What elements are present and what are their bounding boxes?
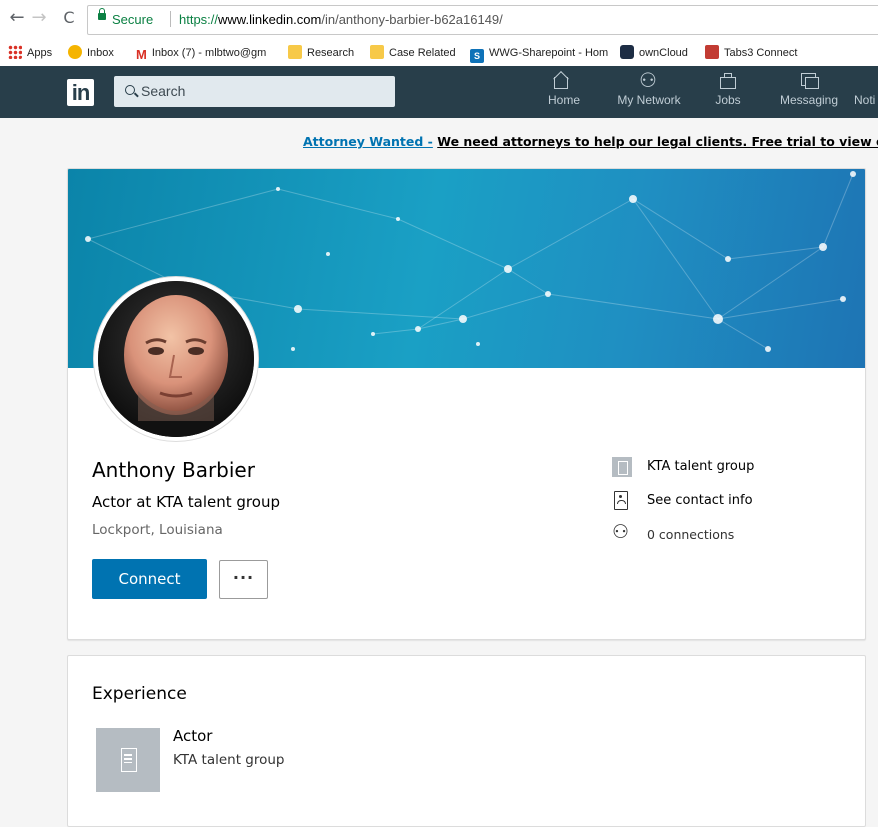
company-icon: [612, 457, 632, 477]
profile-photo[interactable]: [94, 277, 258, 441]
sharepoint-icon: S: [470, 49, 484, 63]
nav-my-network-label: My Network: [617, 93, 681, 107]
nav-notifications-label: Noti: [854, 93, 876, 107]
circle-icon: [68, 45, 82, 59]
folder-icon: [288, 45, 302, 59]
ad-banner: Attorney Wanted - We need attorneys to h…: [303, 134, 878, 149]
nav-my-network[interactable]: My Network: [614, 68, 684, 107]
connections-count[interactable]: 0 connections: [647, 527, 734, 542]
tabs3-icon: [705, 45, 719, 59]
owncloud-icon: [620, 45, 634, 59]
bookmark-owncloud[interactable]: ownCloud: [620, 45, 688, 61]
lock-icon: [98, 8, 106, 20]
notifications-icon: [874, 71, 878, 91]
linkedin-logo[interactable]: in: [67, 79, 94, 106]
briefcase-icon: [718, 71, 738, 91]
connect-button[interactable]: Connect: [92, 559, 207, 599]
linkedin-header: in Search Home My Network Jobs Messaging…: [0, 66, 878, 118]
nav-home-label: Home: [548, 93, 581, 107]
home-icon: [551, 71, 571, 91]
current-company[interactable]: KTA talent group: [647, 459, 754, 474]
ad-link[interactable]: Attorney Wanted -: [303, 134, 433, 149]
omnibox-divider: [170, 11, 171, 27]
profile-top-card: Anthony Barbier Actor at KTA talent grou…: [67, 168, 866, 640]
more-actions-button[interactable]: ···: [219, 560, 268, 599]
contact-info-link[interactable]: See contact info: [647, 493, 753, 508]
bookmarks-bar: Apps Inbox M Inbox (7) - mlbtwo@gm Resear…: [0, 40, 878, 66]
gmail-icon: M: [136, 47, 147, 62]
bookmark-apps[interactable]: Apps: [8, 45, 52, 61]
secure-label: Secure: [112, 12, 154, 27]
address-bar-row: ← → C Secure https://www.linkedin.com/in…: [0, 0, 878, 40]
apps-grid-icon: [8, 45, 22, 59]
url-bar[interactable]: Secure https://www.linkedin.com/in/antho…: [87, 5, 878, 35]
experience-company[interactable]: KTA talent group: [173, 752, 285, 768]
nav-jobs[interactable]: Jobs: [710, 71, 746, 107]
bookmark-tabs3[interactable]: Tabs3 Connect: [705, 45, 797, 61]
nav-notifications[interactable]: Noti: [854, 71, 878, 107]
experience-role[interactable]: Actor: [173, 727, 212, 745]
bookmark-gmail[interactable]: M Inbox (7) - mlbtwo@gm: [136, 45, 266, 62]
nav-messaging-label: Messaging: [779, 93, 839, 107]
bookmark-inbox[interactable]: Inbox: [68, 45, 114, 61]
back-arrow-icon[interactable]: ←: [8, 9, 26, 27]
bookmark-sharepoint[interactable]: S WWG-Sharepoint - Hom: [470, 45, 608, 63]
nav-messaging[interactable]: Messaging: [778, 71, 840, 107]
browser-chrome: ← → C Secure https://www.linkedin.com/in…: [0, 0, 878, 67]
nav-jobs-label: Jobs: [715, 93, 741, 107]
profile-location: Lockport, Louisiana: [92, 522, 223, 538]
ad-text[interactable]: We need attorneys to help our legal clie…: [437, 134, 878, 149]
profile-headline: Actor at KTA talent group: [92, 493, 280, 511]
network-icon: [639, 68, 659, 93]
bookmark-case-related[interactable]: Case Related: [370, 45, 456, 61]
search-icon: [125, 85, 135, 95]
search-placeholder: Search: [141, 83, 186, 99]
nav-home[interactable]: Home: [548, 71, 580, 107]
profile-photo-image: [98, 281, 254, 437]
profile-name: Anthony Barbier: [92, 458, 255, 482]
url-text[interactable]: https://www.linkedin.com/in/anthony-barb…: [179, 12, 503, 27]
bookmark-research[interactable]: Research: [288, 45, 354, 61]
messaging-icon: [799, 71, 819, 91]
connections-icon: ⚇: [612, 521, 630, 543]
contact-card-icon: [614, 491, 628, 510]
search-input[interactable]: Search: [114, 76, 395, 107]
forward-arrow-icon[interactable]: →: [30, 9, 48, 27]
experience-section: Experience Actor KTA talent group: [67, 655, 866, 827]
company-logo-icon[interactable]: [96, 728, 160, 792]
folder-icon: [370, 45, 384, 59]
experience-heading: Experience: [92, 684, 187, 704]
reload-icon[interactable]: C: [60, 9, 78, 27]
